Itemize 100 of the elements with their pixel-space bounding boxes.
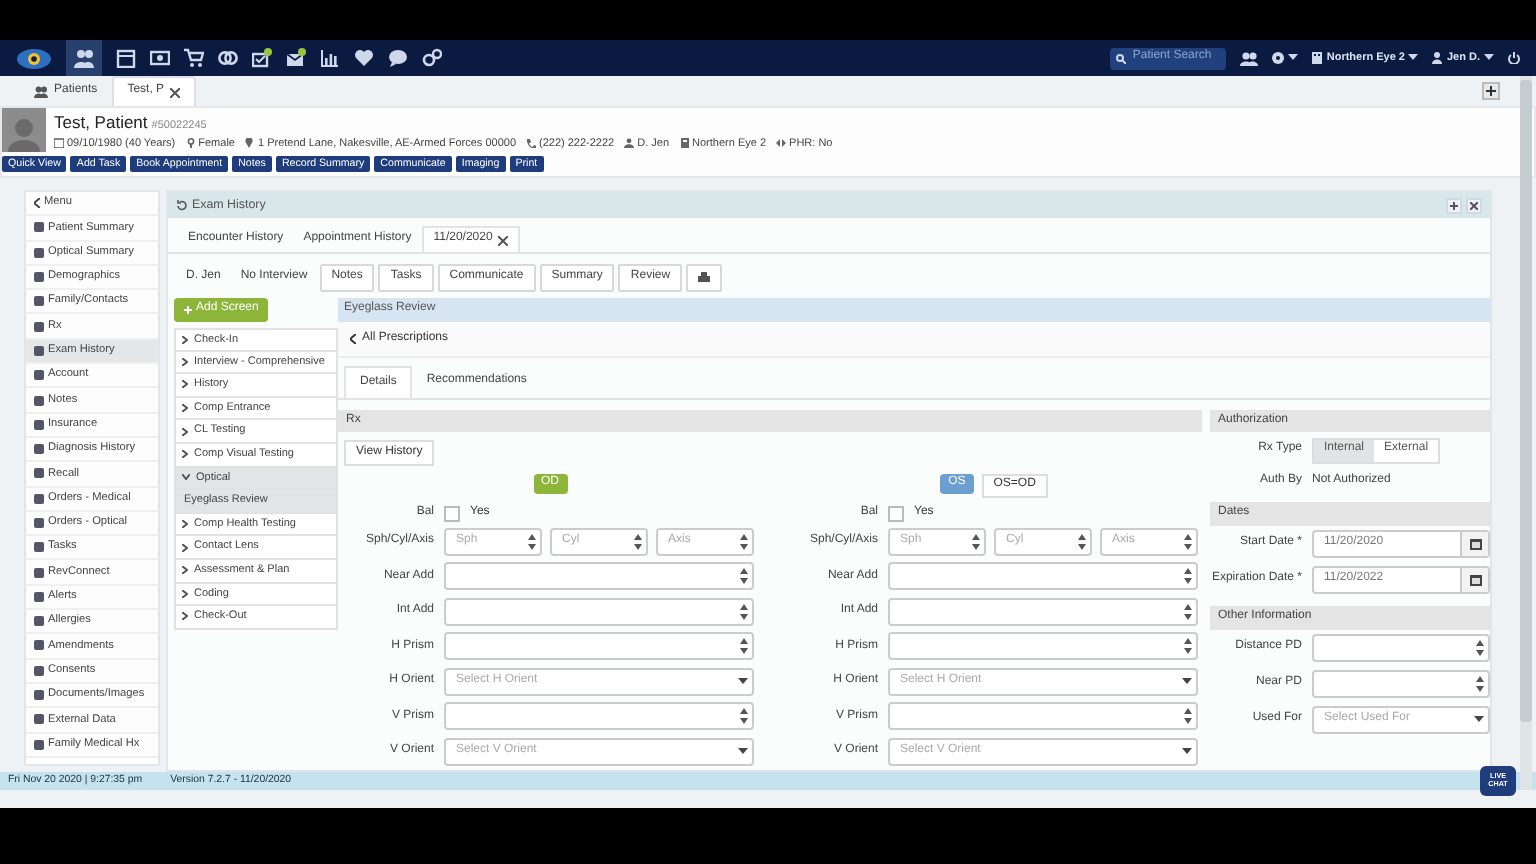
chevron-right-icon (182, 335, 188, 344)
heart-icon[interactable] (354, 48, 374, 68)
stepper-icon[interactable] (1078, 533, 1086, 550)
number-field[interactable] (888, 597, 1198, 626)
print-button[interactable] (686, 264, 723, 292)
person-icon (624, 138, 635, 149)
menu-item-icon (34, 444, 44, 455)
menu-item-icon (34, 739, 44, 750)
close-icon[interactable] (170, 87, 181, 97)
caret-icon[interactable] (1474, 716, 1484, 724)
cart-icon[interactable] (184, 48, 204, 68)
chevron-right-icon (182, 450, 188, 459)
stepper-icon[interactable] (1476, 640, 1484, 656)
menu-item-icon (34, 370, 44, 381)
caret-icon[interactable] (1182, 677, 1192, 686)
pin-icon (244, 138, 255, 149)
caret-icon[interactable] (738, 677, 748, 686)
close-icon (1470, 201, 1478, 209)
users-icon[interactable] (1240, 51, 1259, 65)
stepper-icon[interactable] (740, 603, 748, 620)
close-button[interactable] (1466, 197, 1482, 213)
add-tab-button[interactable] (1482, 82, 1500, 100)
chat-icon[interactable] (388, 48, 408, 68)
chevron-left-icon (350, 334, 356, 344)
number-field[interactable] (444, 702, 754, 731)
calendar-icon (54, 138, 64, 149)
stepper-icon[interactable] (740, 708, 748, 725)
chevron-right-icon (182, 589, 188, 598)
stepper-icon[interactable] (1184, 708, 1192, 725)
stepper-icon[interactable] (1184, 568, 1192, 585)
caret-icon[interactable] (1288, 54, 1299, 62)
caret-icon[interactable] (1408, 54, 1419, 62)
close-icon[interactable] (498, 235, 509, 245)
caret-icon[interactable] (1182, 747, 1192, 756)
number-field[interactable] (888, 702, 1198, 731)
stepper-icon[interactable] (528, 533, 536, 550)
stepper-icon[interactable] (740, 638, 748, 655)
patients-icon (34, 85, 48, 97)
calendar-icon[interactable] (116, 48, 136, 68)
gender-icon (185, 138, 196, 149)
menu-item-icon (34, 493, 44, 504)
number-field[interactable] (444, 632, 754, 661)
stepper-icon[interactable] (1184, 638, 1192, 655)
stepper-icon[interactable] (1184, 603, 1192, 620)
user-icon (1432, 52, 1443, 64)
menu-item-icon (34, 616, 44, 627)
person-silhouette-icon (8, 116, 40, 152)
calendar-icon[interactable] (1469, 574, 1481, 586)
tasks-icon[interactable] (252, 48, 272, 68)
stepper-icon[interactable] (634, 533, 642, 550)
expand-button[interactable] (1446, 197, 1462, 213)
menu-item-icon (34, 222, 44, 233)
menu-item-icon (34, 296, 44, 307)
money-icon[interactable] (150, 48, 170, 68)
calendar-icon[interactable] (1469, 538, 1481, 550)
menu-item-icon (34, 321, 44, 332)
chart-icon[interactable] (320, 48, 340, 68)
number-field[interactable] (1312, 670, 1490, 698)
checkbox[interactable] (888, 505, 904, 521)
patient-name: Test, Patient (54, 112, 148, 133)
building-icon (1312, 52, 1323, 64)
menu-item-icon (34, 272, 44, 283)
caret-icon[interactable] (738, 747, 748, 756)
menu-item-icon (34, 567, 44, 578)
arrows-icon (776, 138, 787, 149)
power-icon[interactable] (1508, 52, 1520, 64)
plus-icon (1486, 86, 1496, 96)
menu-item-icon (34, 395, 44, 406)
plus-icon (184, 306, 192, 314)
menu-item-icon (34, 247, 44, 258)
number-field[interactable] (1312, 634, 1490, 662)
stepper-icon[interactable] (1476, 676, 1484, 692)
menu-item-icon (34, 665, 44, 676)
menu-item-icon (34, 690, 44, 701)
links-icon[interactable] (218, 48, 238, 68)
number-field[interactable] (444, 562, 754, 591)
scrollbar[interactable] (1520, 76, 1532, 790)
number-field[interactable] (444, 597, 754, 626)
stepper-icon[interactable] (1184, 533, 1192, 550)
eye-logo-icon[interactable] (16, 47, 52, 69)
menu-item-icon (34, 640, 44, 651)
stepper-icon[interactable] (740, 568, 748, 585)
stepper-icon[interactable] (972, 533, 980, 550)
checkbox[interactable] (444, 505, 460, 521)
chevron-right-icon (182, 404, 188, 413)
patients-icon[interactable] (74, 48, 94, 68)
chevron-right-icon (182, 543, 188, 552)
menu-item-icon (34, 419, 44, 430)
gears-icon[interactable] (422, 48, 442, 68)
number-field[interactable] (888, 632, 1198, 661)
phone-icon (526, 138, 536, 149)
building-icon (679, 138, 690, 149)
stepper-icon[interactable] (740, 533, 748, 550)
menu-item-icon (34, 518, 44, 528)
caret-icon[interactable] (1484, 54, 1494, 62)
mail-icon[interactable] (286, 48, 306, 68)
number-field[interactable] (888, 562, 1198, 591)
chevron-right-icon (182, 380, 188, 389)
history-icon (176, 199, 188, 211)
chevron-down-icon (182, 474, 190, 481)
